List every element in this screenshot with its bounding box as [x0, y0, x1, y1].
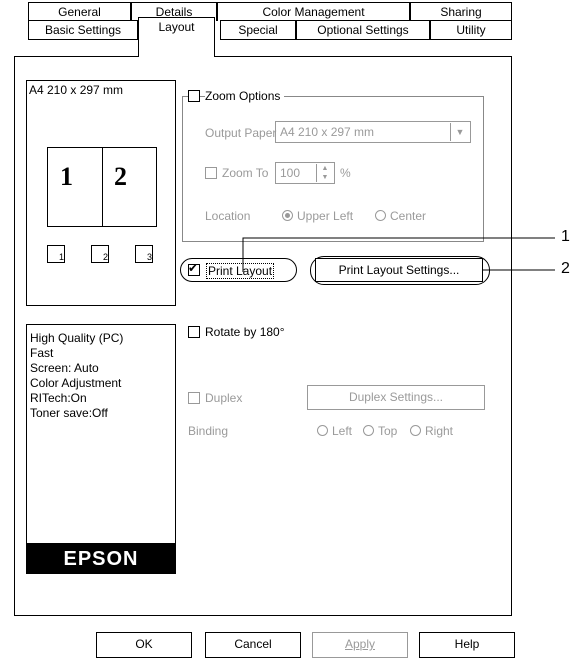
callout-number-2: 2	[561, 260, 570, 277]
callout-line-1	[242, 237, 555, 272]
callout-number-1: 1	[561, 228, 570, 245]
callout-lines	[242, 237, 555, 272]
tab-layout[interactable]: Layout	[138, 17, 215, 57]
